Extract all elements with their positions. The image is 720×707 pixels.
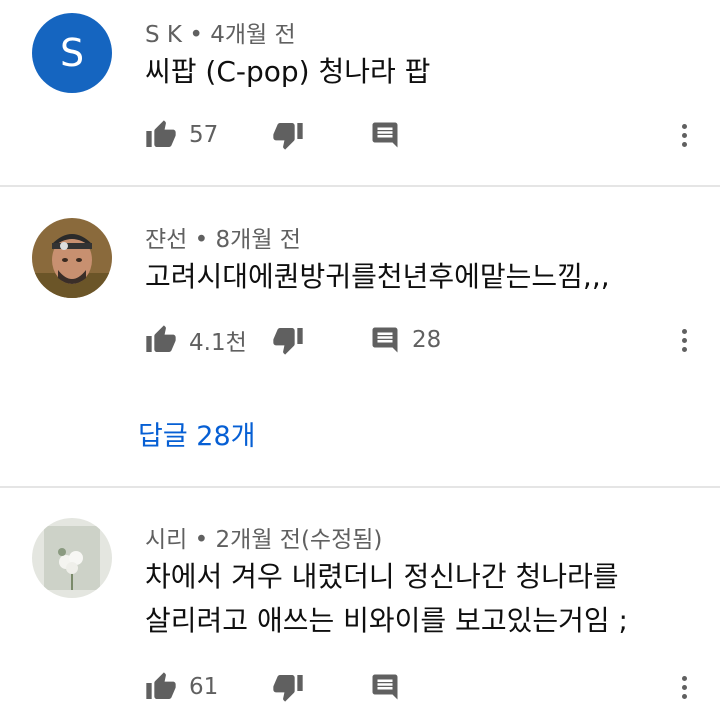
- view-replies-link[interactable]: 답글 28개: [138, 414, 255, 453]
- reply-button[interactable]: 28: [370, 320, 441, 360]
- thumbs-down-icon: [273, 123, 303, 150]
- meta-separator: •: [194, 227, 209, 253]
- author-name[interactable]: 시리: [145, 527, 187, 553]
- dislike-button[interactable]: [272, 320, 304, 360]
- reply-button[interactable]: [370, 667, 400, 707]
- comment-time[interactable]: 4개월 전: [210, 22, 295, 48]
- more-icon: [681, 328, 687, 334]
- dislike-button[interactable]: [272, 667, 304, 707]
- like-button[interactable]: 61: [145, 667, 218, 707]
- thumbs-down-icon: [273, 675, 303, 702]
- thumbs-up-icon: [146, 120, 176, 147]
- avatar[interactable]: [32, 218, 112, 298]
- like-count: 61: [189, 674, 219, 700]
- comment-meta: 시리 • 2개월 전(수정됨): [145, 520, 382, 554]
- divider: [0, 185, 720, 187]
- comment-meta: 쟌선 • 8개월 전: [145, 220, 301, 254]
- like-count: 4.1천: [189, 330, 247, 356]
- reply-icon: [372, 122, 398, 148]
- thumbs-up-icon: [146, 672, 176, 699]
- more-options-button[interactable]: [668, 320, 700, 360]
- like-button[interactable]: 4.1천: [145, 320, 247, 360]
- more-options-button[interactable]: [668, 115, 700, 155]
- meta-separator: •: [194, 527, 209, 553]
- comment-time[interactable]: 2개월 전(수정됨): [216, 527, 383, 553]
- avatar[interactable]: S: [32, 13, 112, 93]
- reply-button[interactable]: [370, 115, 400, 155]
- avatar-letter: S: [59, 31, 85, 75]
- author-name[interactable]: 쟌선: [145, 227, 187, 253]
- comment-text: 씨팝 (C-pop) 청나라 팝: [145, 50, 430, 94]
- comment-line: 살리려고 애쓰는 비와이를 보고있는거임 ;: [145, 604, 628, 637]
- comment-actions: 4.1천 28: [0, 320, 720, 360]
- comment-line: 고려시대에퀀방귀를천년후에맡는느낌,,,: [145, 260, 610, 293]
- comment-time[interactable]: 8개월 전: [216, 227, 301, 253]
- more-icon: [681, 675, 687, 681]
- comment-line: 차에서 겨우 내렸더니 정신나간 청나라를: [145, 560, 619, 593]
- avatar-photo: [32, 218, 112, 298]
- author-name[interactable]: S K: [145, 22, 182, 48]
- avatar-photo: [32, 518, 112, 598]
- comment-text: 차에서 겨우 내렸더니 정신나간 청나라를 살리려고 애쓰는 비와이를 보고있는…: [145, 555, 628, 643]
- comment-actions: 57: [0, 115, 720, 155]
- reply-icon: [372, 674, 398, 700]
- comment-text: 고려시대에퀀방귀를천년후에맡는느낌,,,: [145, 255, 610, 299]
- dislike-button[interactable]: [272, 115, 304, 155]
- thumbs-down-icon: [273, 328, 303, 355]
- comment-line: 씨팝 (C-pop) 청나라 팝: [145, 55, 431, 88]
- thumbs-up-icon: [146, 325, 176, 352]
- divider: [0, 486, 720, 488]
- like-count: 57: [189, 122, 219, 148]
- like-button[interactable]: 57: [145, 115, 218, 155]
- meta-separator: •: [189, 22, 203, 48]
- avatar[interactable]: [32, 518, 112, 598]
- more-icon: [681, 123, 687, 129]
- more-options-button[interactable]: [668, 667, 700, 707]
- comment-meta: S K • 4개월 전: [145, 15, 296, 49]
- comment-actions: 61: [0, 667, 720, 707]
- reply-count: 28: [412, 327, 442, 353]
- reply-icon: [372, 327, 398, 353]
